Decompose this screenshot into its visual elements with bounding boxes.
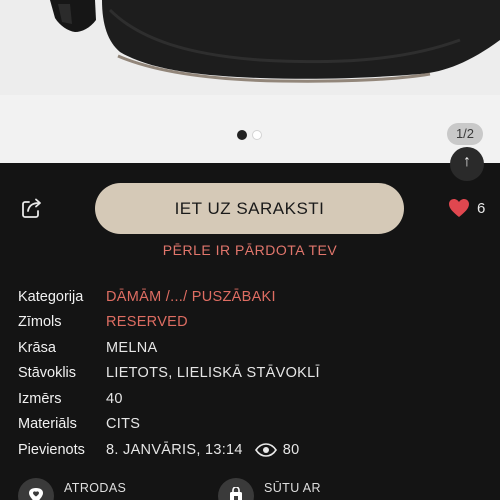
detail-value: LIETOTS, LIELISKĀ STĀVOKLĪ xyxy=(106,365,320,382)
detail-key: Krāsa xyxy=(18,339,56,356)
detail-key: Kategorija xyxy=(18,288,84,305)
view-count: 80 xyxy=(254,441,300,458)
gallery-dot-1[interactable] xyxy=(237,130,247,140)
detail-key: Izmērs xyxy=(18,390,62,407)
detail-row-category: Kategorija DĀMĀM /.../ PUSZĀBAKI xyxy=(18,284,488,310)
views-value: 80 xyxy=(282,441,300,458)
like-button[interactable]: 6 xyxy=(448,198,485,218)
parcel-locker-icon xyxy=(218,478,254,500)
gallery-dots xyxy=(237,130,262,140)
detail-value: CITS xyxy=(106,416,141,433)
detail-value: MELNA xyxy=(106,339,158,356)
eye-icon xyxy=(254,442,277,457)
expand-button[interactable]: ↑ xyxy=(450,147,484,181)
detail-key: Materiāls xyxy=(18,416,77,433)
location-pin-icon xyxy=(18,478,54,500)
detail-row-size: Izmērs 40 xyxy=(18,386,488,412)
share-icon[interactable] xyxy=(20,196,44,220)
like-count: 6 xyxy=(477,199,486,217)
product-details: Kategorija DĀMĀM /.../ PUSZĀBAKI Zīmols … xyxy=(18,284,488,463)
product-photo[interactable]: 1/2 xyxy=(0,0,500,163)
arrow-up-icon: ↑ xyxy=(463,153,471,170)
detail-row-added: Pievienots 8. JANVĀRIS, 13:14 80 xyxy=(18,437,488,463)
location-card[interactable]: ATRODAS xyxy=(18,478,126,500)
gallery-dot-2[interactable] xyxy=(252,130,262,140)
detail-key: Zīmols xyxy=(18,314,62,331)
shipping-label: SŪTU AR xyxy=(264,481,321,495)
category-link[interactable]: DĀMĀM /.../ PUSZĀBAKI xyxy=(106,289,276,305)
detail-row-color: Krāsa MELNA xyxy=(18,335,488,361)
detail-key: Pievienots xyxy=(18,441,85,458)
detail-row-condition: Stāvoklis LIETOTS, LIELISKĀ STĀVOKLĪ xyxy=(18,361,488,387)
location-label: ATRODAS xyxy=(64,481,127,495)
detail-row-material: Materiāls CITS xyxy=(18,412,488,438)
detail-key: Stāvoklis xyxy=(18,365,77,382)
image-counter: 1/2 xyxy=(447,123,483,145)
detail-value: 8. JANVĀRIS, 13:14 xyxy=(106,441,243,458)
go-to-list-button[interactable]: IET UZ SARAKSTI xyxy=(95,183,404,234)
shipping-card[interactable]: SŪTU AR xyxy=(218,478,321,500)
brand-link[interactable]: RESERVED xyxy=(106,314,188,330)
sold-notice: PĒRLE IR PĀRDOTA TEV xyxy=(162,242,338,258)
detail-value: 40 xyxy=(106,390,123,407)
detail-row-brand: Zīmols RESERVED xyxy=(18,310,488,336)
heart-icon xyxy=(449,199,469,217)
